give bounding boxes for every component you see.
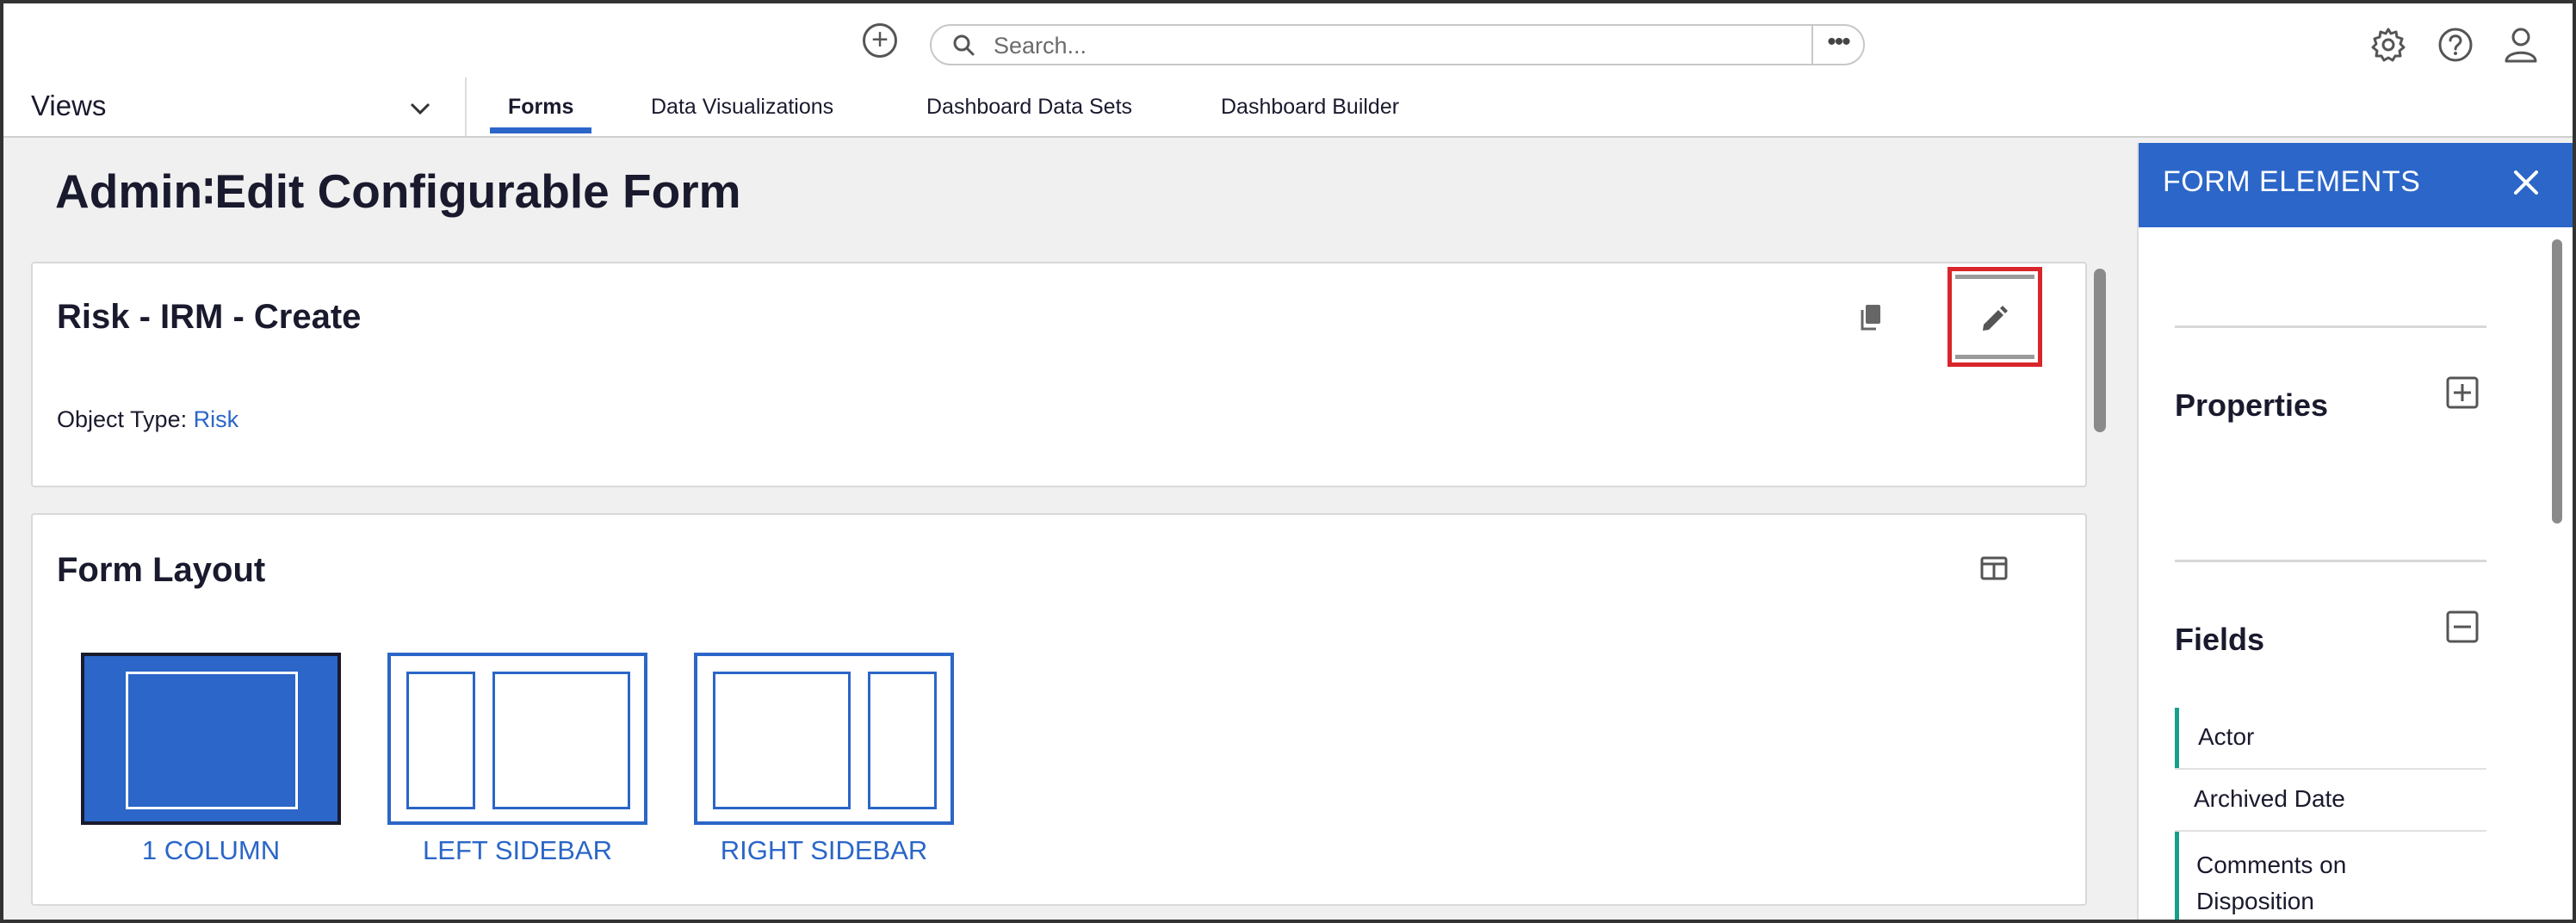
form-layout-title: Form Layout (57, 551, 266, 589)
layout-icon[interactable] (1980, 556, 2008, 580)
search-more-button[interactable]: ••• (1811, 26, 1863, 64)
form-title: Risk - IRM - Create (57, 298, 362, 336)
form-details-card: Risk - IRM - Create Object Type: Risk (31, 262, 2087, 487)
panel-divider (2175, 325, 2486, 328)
layout-option-1-column[interactable] (81, 653, 341, 825)
layout-option-right-sidebar[interactable] (694, 653, 954, 825)
views-label: Views (31, 90, 107, 121)
properties-heading: Properties (2175, 387, 2329, 423)
field-item-actor[interactable]: Actor (2175, 708, 2486, 770)
form-elements-panel: FORM ELEMENTS Properties Fields Actor Ar… (2137, 143, 2574, 920)
fields-heading: Fields (2175, 622, 2265, 657)
panel-divider (2175, 560, 2486, 562)
pencil-icon (1983, 306, 2008, 331)
tab-forms[interactable]: Forms (508, 95, 573, 120)
search-bar: ••• (930, 24, 1865, 65)
layout-main-shape (713, 672, 851, 809)
edit-button[interactable] (1955, 275, 2034, 359)
search-input[interactable] (992, 26, 1856, 65)
expand-icon[interactable] (2445, 375, 2480, 410)
active-tab-indicator (490, 127, 591, 133)
page-title: Admin∶Edit Configurable Form (55, 164, 741, 218)
object-type: Object Type: Risk (57, 406, 238, 433)
field-label: Archived Date (2194, 785, 2345, 812)
user-icon[interactable] (2502, 26, 2540, 64)
object-type-label: Object Type: (57, 406, 188, 432)
layout-label-1-column[interactable]: 1 COLUMN (81, 835, 341, 866)
search-icon (953, 34, 975, 56)
tab-data-visualizations[interactable]: Data Visualizations (651, 95, 833, 120)
layout-sidebar-shape (406, 672, 475, 809)
panel-title: FORM ELEMENTS (2163, 165, 2421, 198)
add-icon[interactable]: + (863, 23, 897, 58)
collapse-icon[interactable] (2445, 610, 2480, 644)
field-label: Actor (2198, 723, 2255, 750)
main-scrollbar[interactable] (2094, 269, 2106, 432)
layout-label-left-sidebar[interactable]: LEFT SIDEBAR (387, 835, 647, 866)
tab-dashboard-builder[interactable]: Dashboard Builder (1221, 95, 1399, 120)
gear-icon[interactable] (2369, 26, 2407, 64)
chevron-down-icon (410, 102, 430, 115)
object-type-link[interactable]: Risk (194, 406, 239, 432)
field-item-comments-on-disposition[interactable]: Comments on Disposition (2175, 832, 2486, 920)
help-icon[interactable] (2437, 26, 2474, 64)
layout-sidebar-shape (868, 672, 937, 809)
layout-main-shape (492, 672, 630, 809)
edit-button-highlight (1947, 267, 2042, 367)
field-item-archived-date[interactable]: Archived Date (2175, 770, 2486, 832)
top-bar: + ••• (3, 3, 2573, 78)
copy-icon[interactable] (1858, 303, 1884, 332)
nav-bar: Views Forms Data Visualizations Dashboar… (3, 77, 2573, 138)
tab-dashboard-data-sets[interactable]: Dashboard Data Sets (926, 95, 1132, 120)
layout-column-shape (126, 672, 298, 809)
layout-label-right-sidebar[interactable]: RIGHT SIDEBAR (694, 835, 954, 866)
views-dropdown[interactable]: Views (3, 77, 467, 136)
close-icon[interactable] (2511, 167, 2542, 198)
layout-option-left-sidebar[interactable] (387, 653, 647, 825)
panel-scrollbar[interactable] (2552, 239, 2562, 523)
field-label: Comments on Disposition (2196, 852, 2347, 914)
panel-header: FORM ELEMENTS (2139, 143, 2574, 227)
